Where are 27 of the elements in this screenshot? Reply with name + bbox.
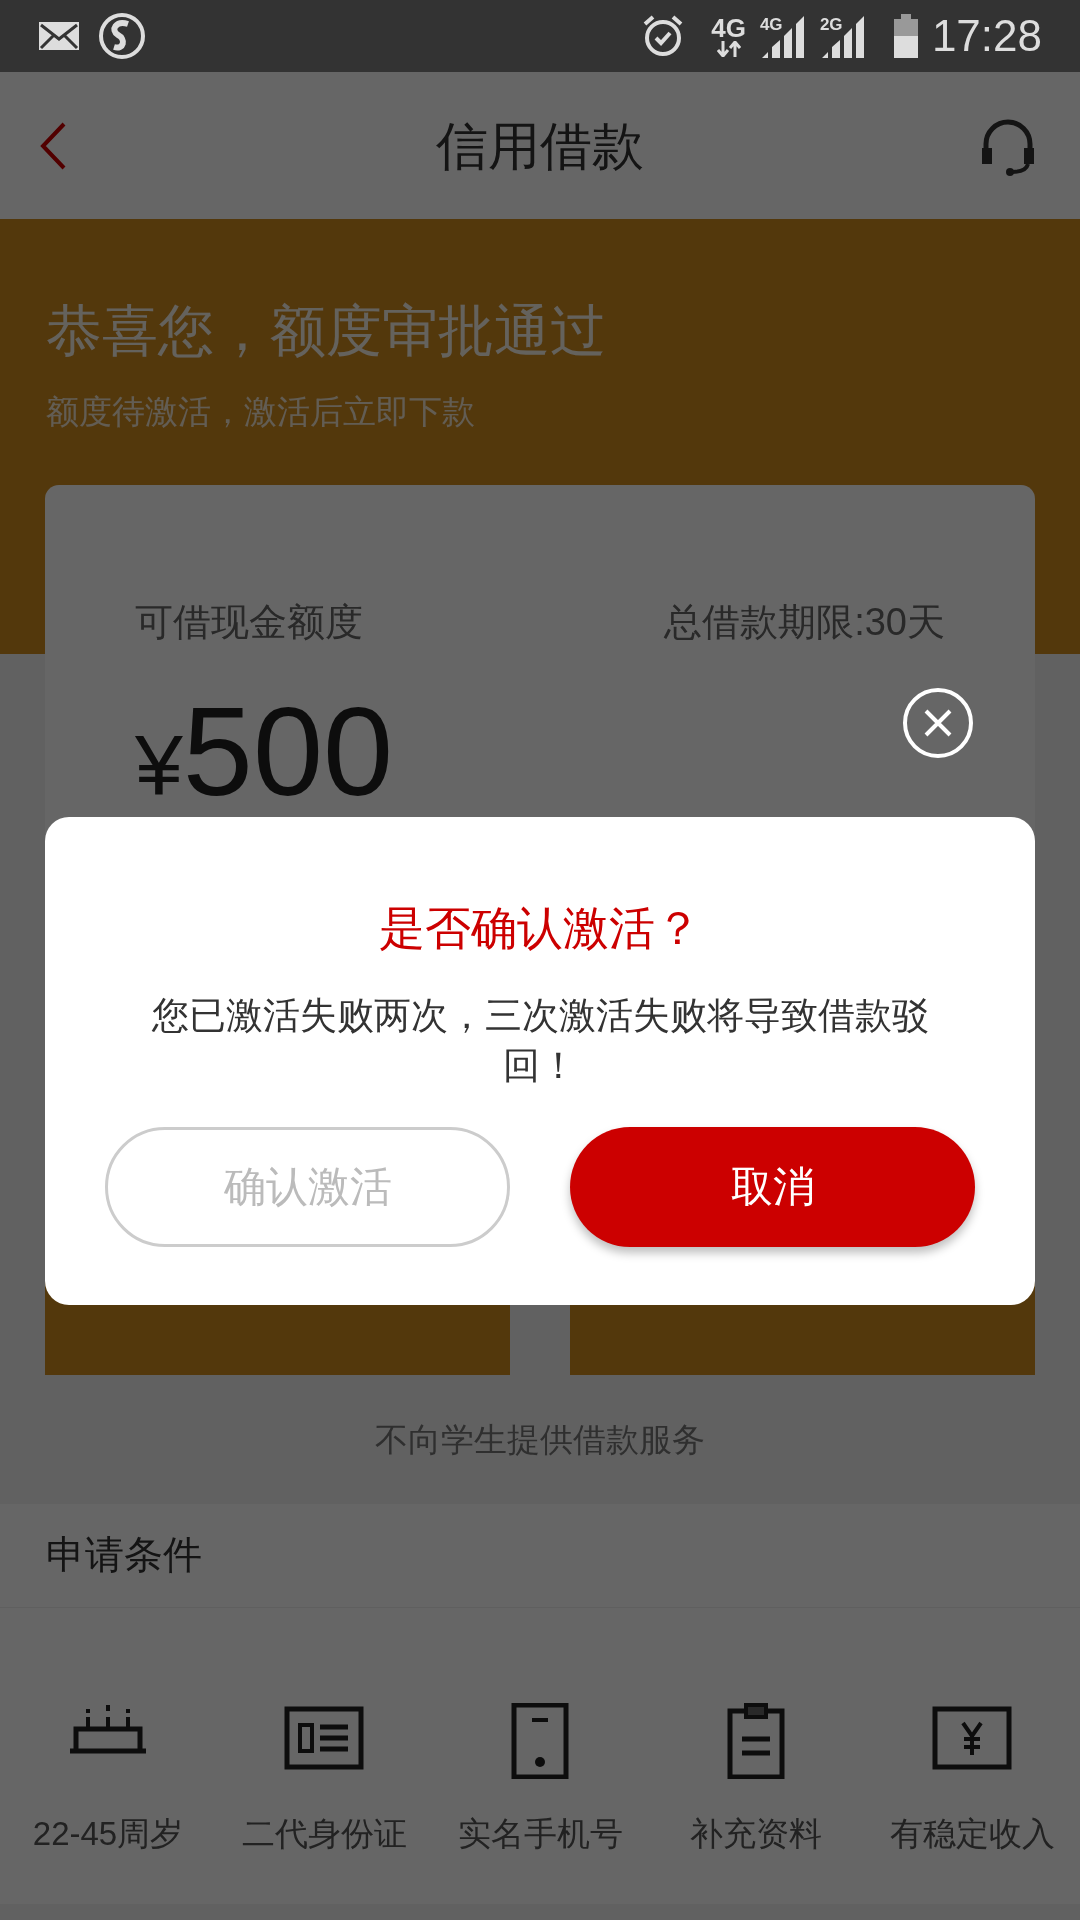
requirement-label: 22-45周岁	[32, 1814, 184, 1854]
battery-icon	[893, 14, 918, 58]
requirement-label: 二代身份证	[241, 1814, 407, 1854]
banner-subtitle: 额度待激活，激活后立即下款	[46, 395, 476, 428]
app-logo-icon	[98, 12, 146, 60]
back-icon	[40, 121, 66, 170]
requirement-label: 实名手机号	[457, 1814, 623, 1854]
close-icon	[924, 709, 952, 737]
loan-term: 总借款期限:30天	[664, 603, 945, 641]
currency-sign: ¥	[135, 722, 183, 808]
requirement-label: 有稳定收入	[889, 1814, 1055, 1854]
requirement-label: 补充资料	[690, 1814, 822, 1854]
data-arrows-icon	[716, 41, 741, 57]
page-title: 信用借款	[436, 115, 644, 177]
loan-amount: 500	[182, 689, 394, 815]
dialog-title: 是否确认激活？	[379, 905, 701, 951]
close-button[interactable]	[903, 688, 973, 758]
section-title: 申请条件	[46, 1532, 202, 1579]
network-label: 4G	[711, 15, 746, 41]
amount-label: 可借现金额度	[135, 603, 363, 641]
mail-icon	[38, 21, 80, 51]
congrats-title: 恭喜您，额度审批通过	[46, 303, 607, 359]
cancel-button[interactable]: 取消	[570, 1126, 975, 1247]
sim-label: 2G	[819, 14, 843, 36]
clock-time: 17:28	[931, 10, 1042, 62]
sim-label: 4G	[759, 14, 783, 36]
dialog-message: 您已激活失败两次，三次激活失败将导致借款驳回！	[150, 994, 930, 1088]
